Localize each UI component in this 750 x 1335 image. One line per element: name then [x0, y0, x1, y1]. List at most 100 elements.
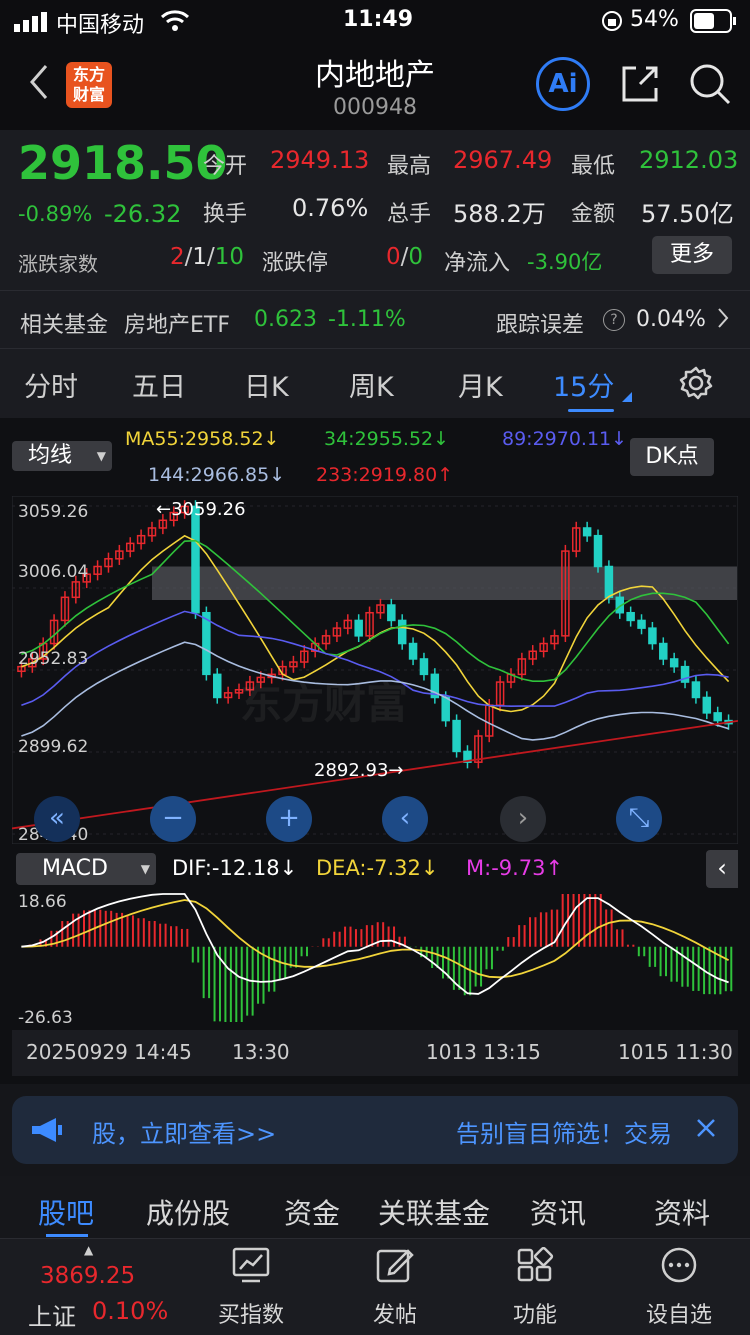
- low-label: 最低: [571, 154, 616, 179]
- dea-legend: DEA:-7.32↓: [316, 856, 439, 880]
- low-value: 2912.03: [639, 146, 739, 174]
- macd-chart[interactable]: [12, 888, 738, 1028]
- promo-banner[interactable]: 股，立即查看>> 告别盲目筛选！交易: [12, 1096, 738, 1164]
- candle-body: [408, 642, 418, 660]
- dif-legend: DIF:-12.18↓: [172, 856, 298, 880]
- ma55-legend: MA55:2958.52↓: [125, 428, 280, 450]
- current-price: 2918.50: [18, 136, 228, 190]
- x-label: 1015 11:30: [618, 1040, 733, 1064]
- fund-label: 相关基金: [20, 313, 109, 338]
- fullscreen-button[interactable]: ⤡: [616, 796, 662, 842]
- ma34-legend: 34:2955.52↓: [324, 428, 450, 450]
- candle-body: [691, 681, 701, 699]
- netflow-value: -3.90亿: [527, 250, 603, 274]
- y-tick-label: 3059.26: [18, 502, 89, 522]
- turnover-label: 换手: [203, 202, 248, 227]
- min-price-marker: 2892.93→: [314, 760, 404, 781]
- ma233-legend: 233:2919.80↑: [316, 464, 454, 486]
- index-name: 上证: [28, 1303, 76, 1331]
- post-button[interactable]: 发帖: [340, 1247, 450, 1329]
- index-value[interactable]: 3869.25: [40, 1263, 135, 1289]
- tab-intraday[interactable]: 分时: [24, 365, 78, 404]
- gear-icon[interactable]: [678, 365, 714, 405]
- ma144-legend: 144:2966.85↓: [148, 464, 286, 486]
- tab-news[interactable]: 资讯: [530, 1192, 586, 1232]
- collapse-panel-button[interactable]: ‹: [706, 850, 738, 888]
- adv-dec-label: 涨跌家数: [18, 252, 98, 276]
- tracking-label: 跟踪误差: [496, 313, 585, 338]
- x-label: 13:30: [232, 1040, 290, 1064]
- dk-point-button[interactable]: DK点: [630, 438, 714, 476]
- candle-body: [397, 619, 407, 645]
- change-value: -26.32: [104, 200, 182, 228]
- y-tick-label: 2952.83: [18, 649, 89, 669]
- close-icon[interactable]: [696, 1118, 716, 1142]
- candle-body: [648, 627, 657, 645]
- dropdown-arrow-icon: ▼: [96, 449, 106, 463]
- zoom-in-button[interactable]: +: [266, 796, 312, 842]
- tab-funds[interactable]: 资金: [284, 1192, 340, 1232]
- macd-top-label: 18.66: [18, 892, 67, 912]
- m-legend: M:-9.73↑: [466, 856, 564, 880]
- ma-indicator-select[interactable]: 均线 ▼: [12, 441, 112, 471]
- wifi-icon: [160, 8, 190, 36]
- features-button[interactable]: 功能: [480, 1246, 590, 1329]
- open-label: 今开: [203, 154, 248, 179]
- signal-icon: [14, 12, 50, 32]
- help-icon[interactable]: ?: [603, 309, 625, 331]
- tab-underline: [568, 409, 614, 412]
- candle-body: [441, 696, 450, 722]
- watermark: 东方财富: [240, 679, 409, 728]
- tab-monthly-k[interactable]: 月K: [458, 365, 503, 404]
- tab-15min[interactable]: 15分: [553, 365, 614, 404]
- candle-body: [191, 505, 200, 614]
- scroll-left-button[interactable]: ‹: [382, 796, 428, 842]
- x-label: 1013 13:15: [426, 1040, 541, 1064]
- buy-index-button[interactable]: 买指数: [196, 1247, 306, 1329]
- candle-body: [604, 565, 614, 599]
- scroll-right-button[interactable]: ›: [500, 796, 546, 842]
- fund-price: 0.623: [254, 307, 317, 332]
- volume-value: 588.2万: [453, 200, 546, 228]
- x-label: 20250929 14:45: [26, 1040, 192, 1064]
- status-bar: 中国移动 11:49 54%: [0, 0, 750, 42]
- zoom-out-button[interactable]: −: [150, 796, 196, 842]
- candle-body: [637, 619, 646, 629]
- tab-underline: [46, 1234, 88, 1237]
- bottom-toolbar: ▲ 3869.25 上证 0.10% 买指数 发帖 功能 设自选: [0, 1238, 750, 1335]
- macd-indicator-select[interactable]: MACD ▼: [16, 853, 156, 885]
- candle-body: [582, 527, 592, 537]
- macd-bottom-label: -26.63: [18, 1008, 73, 1028]
- share-icon[interactable]: [618, 62, 662, 110]
- tab-profile[interactable]: 资料: [654, 1192, 710, 1232]
- high-value: 2967.49: [453, 146, 553, 174]
- tab-related-funds[interactable]: 关联基金: [378, 1192, 490, 1232]
- related-fund-row[interactable]: 相关基金 房地产ETF 0.623 -1.11% 跟踪误差 ? 0.04%: [0, 291, 750, 347]
- settings-favorites-button[interactable]: 设自选: [624, 1247, 734, 1329]
- expand-arrow-icon[interactable]: ▲: [84, 1243, 93, 1257]
- search-icon[interactable]: [688, 62, 732, 110]
- fund-name: 房地产ETF: [124, 313, 230, 338]
- tab-daily-k[interactable]: 日K: [244, 365, 289, 404]
- netflow-label: 净流入: [444, 251, 511, 276]
- more-button[interactable]: 更多: [652, 236, 732, 274]
- tab-five-day[interactable]: 五日: [132, 365, 186, 404]
- max-price-marker: ←3059.26: [156, 499, 246, 520]
- tab-weekly-k[interactable]: 周K: [349, 365, 394, 404]
- battery-icon: [690, 9, 738, 37]
- turnover-value: 0.76%: [292, 194, 369, 222]
- candle-body: [452, 719, 461, 753]
- ai-button[interactable]: Ai: [536, 57, 590, 111]
- scroll-far-left-button[interactable]: «: [34, 796, 80, 842]
- candle-body: [387, 604, 396, 622]
- candle-body: [593, 534, 603, 568]
- banner-text-left: 股，立即查看>>: [92, 1120, 277, 1148]
- tab-guba[interactable]: 股吧: [38, 1192, 94, 1232]
- dropdown-arrow-icon: ▼: [140, 862, 150, 876]
- index-change: 0.10%: [92, 1297, 169, 1325]
- resistance-zone: [152, 566, 737, 601]
- tab-constituents[interactable]: 成份股: [146, 1192, 230, 1232]
- adv-dec-values: 2/1/10: [170, 244, 245, 270]
- limit-values: 0/0: [386, 244, 424, 270]
- dropdown-triangle-icon: [622, 387, 632, 406]
